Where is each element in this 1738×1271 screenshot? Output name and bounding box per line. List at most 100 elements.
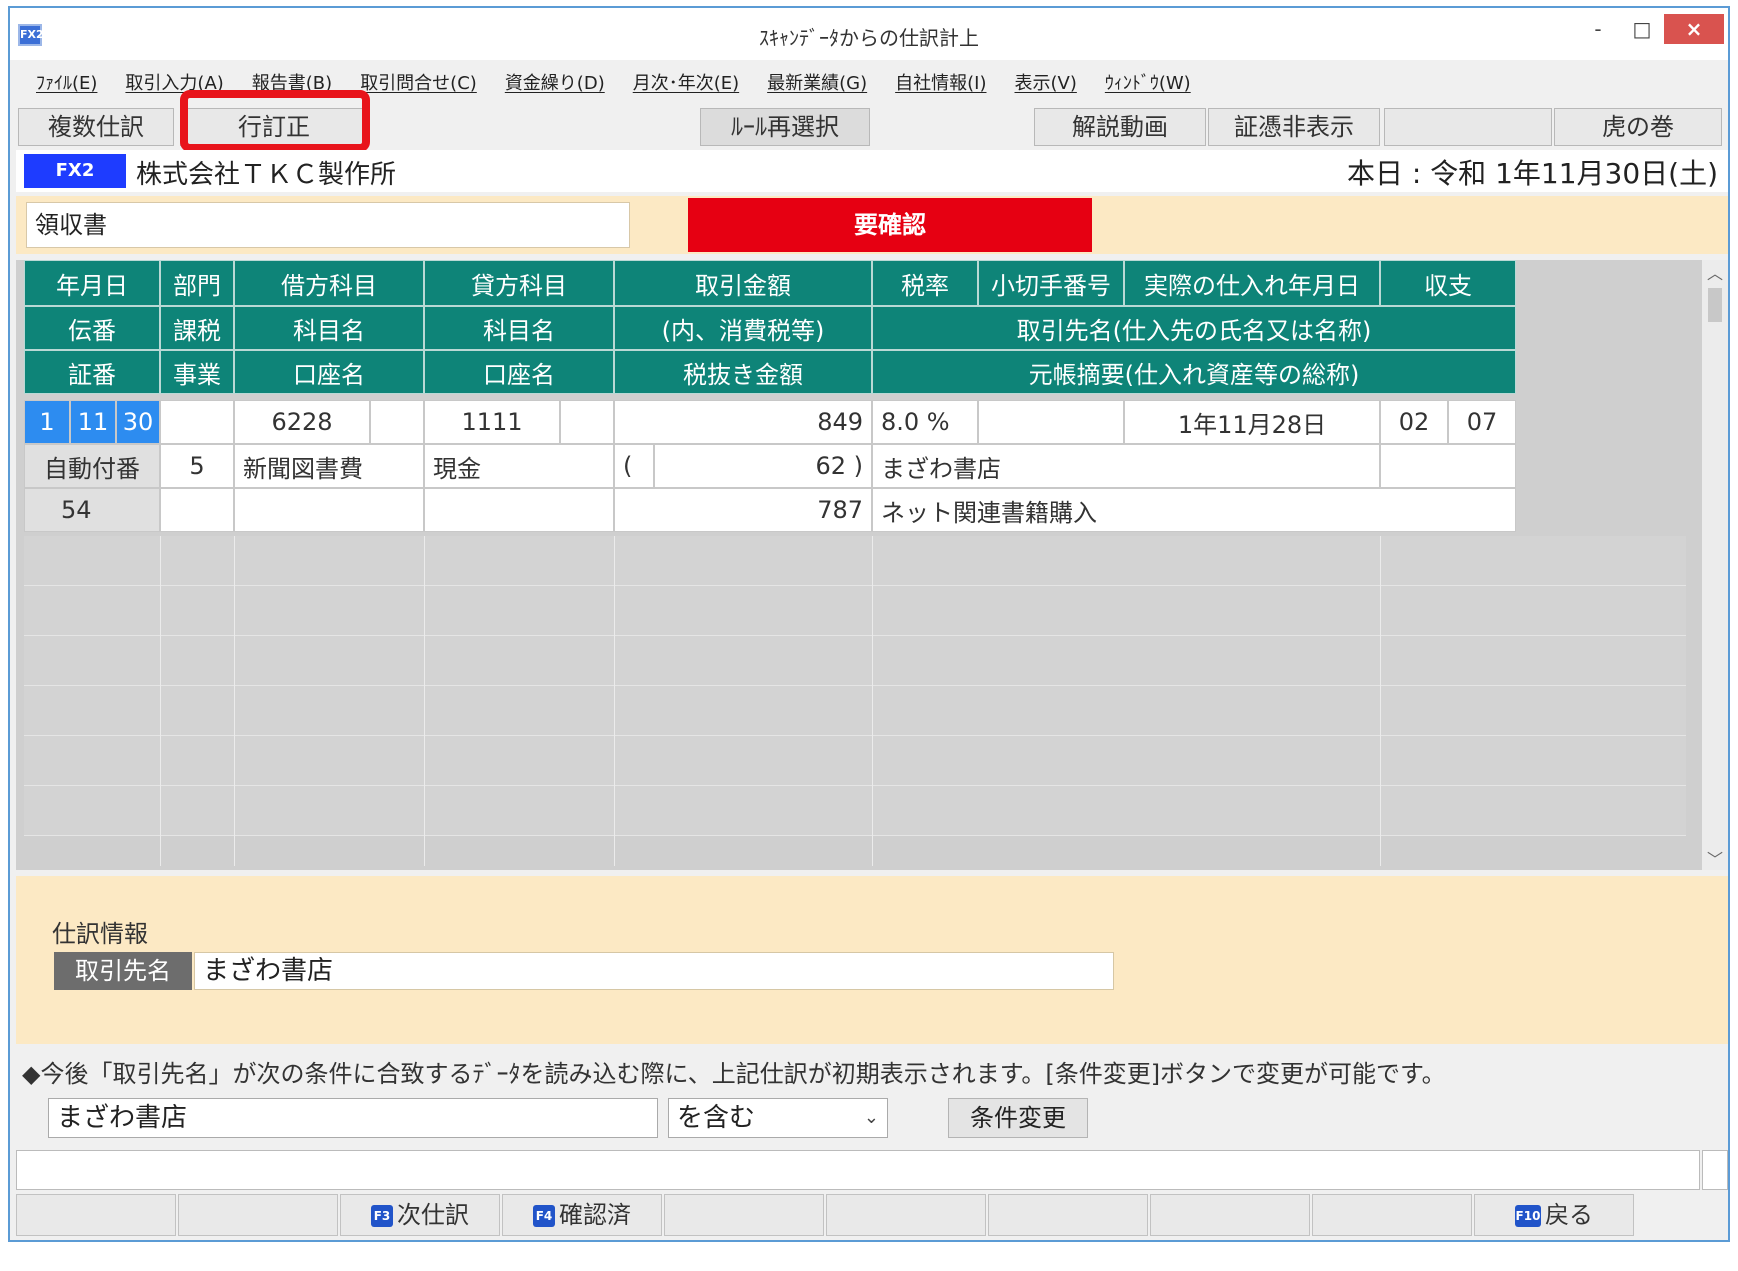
entry-tax-amount[interactable]: 62 ) — [654, 444, 872, 488]
entry-tax-class[interactable]: 5 — [160, 444, 234, 488]
entry-debit-sub[interactable] — [370, 400, 424, 444]
next-journal-label: 次仕訳 — [397, 1201, 469, 1229]
entry-income-code-2[interactable]: 07 — [1448, 400, 1516, 444]
back-label: 戻る — [1545, 1201, 1593, 1229]
multi-journal-button[interactable]: 複数仕訳 — [18, 108, 174, 146]
partner-value: まざわ書店 — [194, 952, 1114, 990]
confirmed-label: 確認済 — [559, 1201, 631, 1229]
entry-debit-name: 新聞図書費 — [234, 444, 424, 488]
menu-cash-flow[interactable]: 資金繰り(D) — [505, 69, 605, 95]
scroll-down-icon[interactable]: ﹀ — [1702, 846, 1728, 870]
empty-row[interactable] — [24, 736, 1686, 786]
fkey-f5 — [664, 1194, 824, 1236]
entry-business[interactable] — [160, 488, 234, 532]
empty-row[interactable] — [24, 686, 1686, 736]
f3-key-icon: F3 — [371, 1205, 393, 1227]
condition-operator-value: を含む — [677, 1103, 756, 1133]
header-ledger-summary: 元帳摘要(仕入れ資産等の総称) — [872, 350, 1516, 394]
tutorial-video-button[interactable]: 解説動画 — [1034, 108, 1206, 146]
close-button[interactable]: × — [1664, 14, 1724, 44]
fkey-f1 — [16, 1194, 176, 1236]
entry-proof-no: 54 — [24, 488, 160, 532]
tora-no-maki-button[interactable]: 虎の巻 — [1554, 108, 1722, 146]
fkey-f8 — [1150, 1194, 1310, 1236]
entry-debit-code[interactable]: 6228 — [234, 400, 370, 444]
fkey-f7 — [988, 1194, 1148, 1236]
entry-month[interactable]: 11 — [70, 400, 116, 444]
grid-line — [234, 536, 235, 866]
entry-department[interactable] — [160, 400, 234, 444]
header-voucher-no: 伝番 — [24, 306, 160, 350]
grid-line — [424, 536, 425, 866]
entry-amount[interactable]: 849 — [614, 400, 872, 444]
entry-credit-sub[interactable] — [560, 400, 614, 444]
scroll-up-icon[interactable]: ︿ — [1702, 260, 1728, 284]
header-debit-bank: 口座名 — [234, 350, 424, 394]
grid-line — [160, 536, 161, 866]
menu-latest-results[interactable]: 最新業績(G) — [767, 69, 867, 95]
row-correct-highlight — [180, 90, 370, 152]
empty-row[interactable] — [24, 536, 1686, 586]
menu-window[interactable]: ｳｨﾝﾄﾞｳ(W) — [1105, 69, 1191, 95]
change-condition-button[interactable]: 条件変更 — [948, 1098, 1088, 1138]
header-consumption-tax: (内、消費税等) — [614, 306, 872, 350]
entry-tax-rate[interactable]: 8.0 % — [872, 400, 978, 444]
empty-row[interactable] — [24, 636, 1686, 686]
header-amount: 取引金額 — [614, 260, 872, 306]
receipt-area: 領収書 要確認 — [16, 196, 1728, 254]
hide-voucher-button[interactable]: 証憑非表示 — [1208, 108, 1380, 146]
company-bar: FX2 株式会社ＴＫＣ製作所 本日 : 令和 1年11月30日(土) — [16, 150, 1728, 192]
fkey-f6 — [826, 1194, 986, 1236]
chevron-down-icon: ⌄ — [863, 1107, 879, 1128]
minimize-button[interactable]: - — [1578, 14, 1618, 44]
journal-info-title: 仕訳情報 — [52, 920, 148, 948]
header-debit-account: 借方科目 — [234, 260, 424, 306]
journal-info-panel: 仕訳情報 取引先名 まざわ書店 — [16, 876, 1728, 1044]
entry-day[interactable]: 30 — [116, 400, 160, 444]
grid-scrollbar[interactable]: ︿ ﹀ — [1702, 260, 1728, 870]
menu-monthly-yearly[interactable]: 月次･年次(E) — [633, 69, 739, 95]
header-tax-rate: 税率 — [872, 260, 978, 306]
menu-view[interactable]: 表示(V) — [1015, 69, 1077, 95]
f10-key-icon: F10 — [1515, 1205, 1541, 1227]
back-button[interactable]: F10 戻る — [1474, 1194, 1634, 1236]
entry-credit-code[interactable]: 1111 — [424, 400, 560, 444]
entry-debit-bank — [234, 488, 424, 532]
entry-check-number[interactable] — [978, 400, 1124, 444]
scroll-thumb[interactable] — [1708, 288, 1722, 322]
toolbar-blank-button — [1384, 108, 1552, 146]
entry-income-code-1[interactable]: 02 — [1380, 400, 1448, 444]
needs-confirmation-button[interactable]: 要確認 — [688, 198, 1092, 252]
confirmed-button[interactable]: F4 確認済 — [502, 1194, 662, 1236]
entry-credit-bank — [424, 488, 614, 532]
window-title: ｽｷｬﾝﾃﾞｰﾀからの仕訳計上 — [759, 26, 979, 50]
company-name: 株式会社ＴＫＣ製作所 — [136, 160, 397, 190]
empty-row[interactable] — [24, 786, 1686, 836]
entry-tax-open-paren: ( — [614, 444, 654, 488]
maximize-button[interactable]: □ — [1622, 14, 1662, 44]
entry-credit-name: 現金 — [424, 444, 614, 488]
header-credit-name: 科目名 — [424, 306, 614, 350]
receipt-field: 領収書 — [26, 202, 630, 248]
menu-transaction-inquiry[interactable]: 取引問合せ(C) — [360, 69, 477, 95]
rule-reselect-button[interactable]: ﾙｰﾙ再選択 — [700, 108, 870, 146]
entry-summary[interactable]: ネット関連書籍購入 — [872, 488, 1516, 532]
message-box-side — [1702, 1150, 1728, 1190]
fkey-f2 — [178, 1194, 338, 1236]
grid-line — [1380, 536, 1381, 866]
menu-file[interactable]: ﾌｧｲﾙ(E) — [36, 69, 97, 95]
header-date: 年月日 — [24, 260, 160, 306]
entry-purchase-date[interactable]: 1年11月28日 — [1124, 400, 1380, 444]
header-proof-no: 証番 — [24, 350, 160, 394]
condition-operator-select[interactable]: を含む ⌄ — [668, 1098, 888, 1138]
empty-row[interactable] — [24, 586, 1686, 636]
today-date: 本日 : 令和 1年11月30日(土) — [1346, 157, 1718, 190]
next-journal-button[interactable]: F3 次仕訳 — [340, 1194, 500, 1236]
header-business: 事業 — [160, 350, 234, 394]
entry-partner[interactable]: まざわ書店 — [872, 444, 1380, 488]
menu-company-info[interactable]: 自社情報(I) — [895, 69, 986, 95]
entry-year[interactable]: 1 — [24, 400, 70, 444]
entry-partner-extra — [1380, 444, 1516, 488]
condition-input[interactable]: まざわ書店 — [48, 1098, 658, 1138]
main-window: FX2 ｽｷｬﾝﾃﾞｰﾀからの仕訳計上 - □ × ﾌｧｲﾙ(E) 取引入力(A… — [8, 6, 1730, 1242]
